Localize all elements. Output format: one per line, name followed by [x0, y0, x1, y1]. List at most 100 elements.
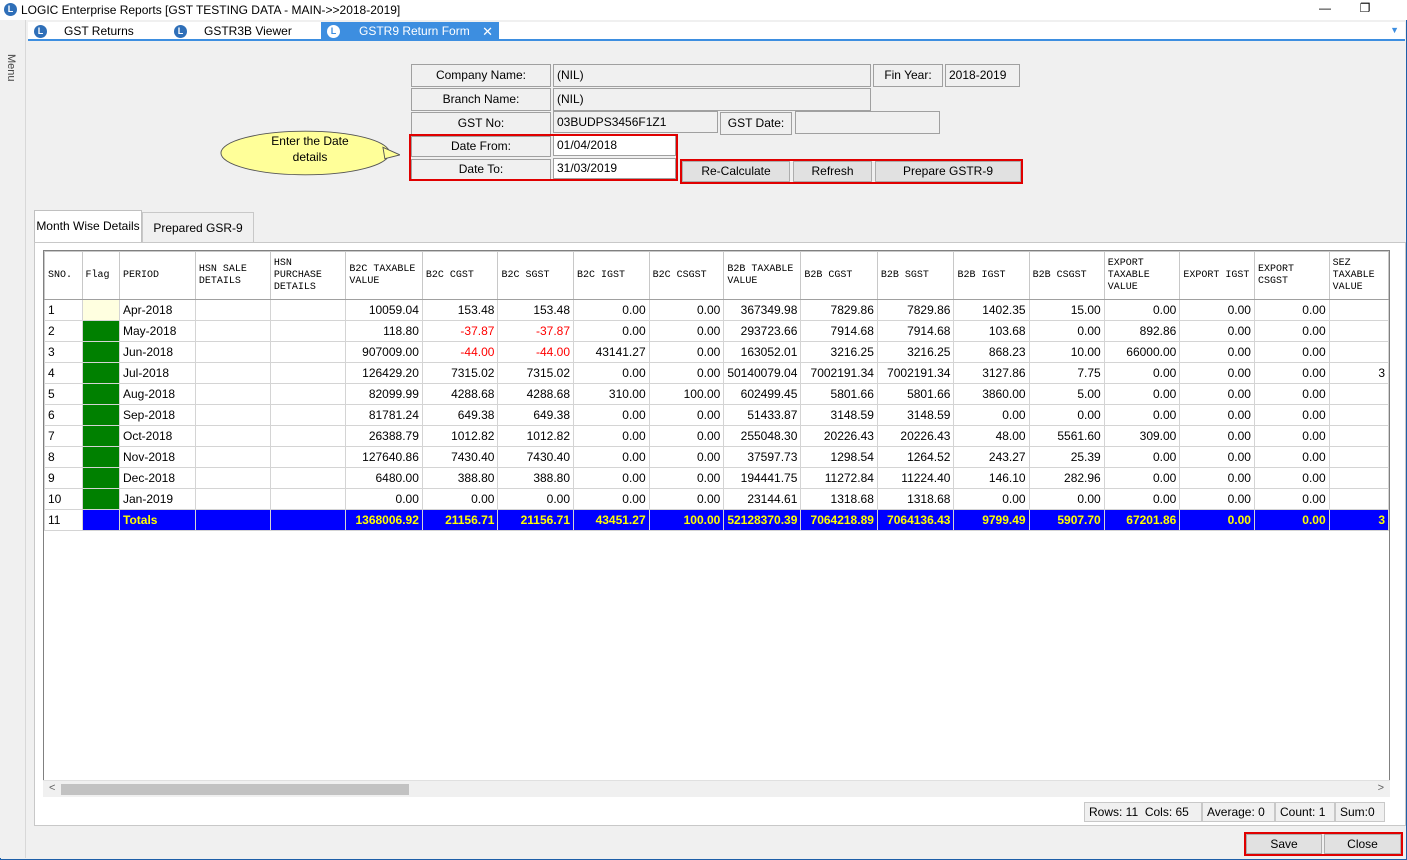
value-cell: 907009.00	[345, 341, 423, 363]
callout-line-2: details	[292, 150, 328, 164]
tab-label: GSTR3B Viewer	[204, 24, 292, 38]
tab-gstr9-return-form[interactable]: L GSTR9 Return Form ✕	[321, 22, 499, 41]
table-row[interactable]: 8 Nov-2018 127640.86 7430.40 7430.40 0.00 0.00…	[44, 446, 1389, 468]
column-header[interactable]: EXPORT TAXABLE VALUE	[1103, 251, 1181, 300]
value-cell: 0.00	[648, 362, 725, 384]
flag-cell	[81, 404, 120, 426]
hsn-cell	[269, 404, 347, 426]
row-number-cell: 2	[44, 320, 83, 342]
status-cols: Cols: 65	[1144, 805, 1189, 819]
value-cell: 0.00	[573, 467, 650, 489]
value-cell: 7.75	[1028, 362, 1105, 384]
value-cell: 11224.40	[876, 467, 955, 489]
horizontal-scrollbar[interactable]: < >	[43, 780, 1390, 797]
flag-cell	[81, 446, 120, 468]
column-header[interactable]: B2B SGST	[876, 251, 955, 300]
column-header[interactable]: SNO.	[44, 251, 83, 300]
value-cell: 0.00	[953, 404, 1030, 426]
hsn-cell	[269, 320, 347, 342]
hsn-cell	[194, 299, 271, 321]
value-cell: 0.00	[345, 488, 423, 510]
column-header[interactable]: HSN SALE DETAILS	[194, 251, 271, 300]
column-header[interactable]: B2C TAXABLE VALUE	[345, 251, 423, 300]
table-row[interactable]: 4 Jul-2018 126429.20 7315.02 7315.02 0.00 0.00…	[44, 362, 1389, 384]
tab-gst-returns[interactable]: L GST Returns	[28, 22, 173, 41]
value-cell: 0.00	[1179, 467, 1255, 489]
hsn-cell	[194, 446, 271, 468]
side-menu[interactable]: Menu	[0, 20, 26, 858]
value-cell: 26388.79	[345, 425, 423, 447]
value-cell: 868.23	[953, 341, 1030, 363]
table-row[interactable]: 9 Dec-2018 6480.00 388.80 388.80 0.00 0.00 1944…	[44, 467, 1389, 489]
value-cell: 7829.86	[800, 299, 878, 321]
column-header[interactable]: B2C IGST	[573, 251, 650, 300]
table-row[interactable]: 10 Jan-2019 0.00 0.00 0.00 0.00 0.00 23144.61 13…	[44, 488, 1389, 510]
restore-button[interactable]: ❐	[1350, 0, 1380, 18]
value-cell: 37597.73	[723, 446, 802, 468]
minimize-button[interactable]: —	[1310, 0, 1340, 18]
value-cell: 3	[1328, 362, 1389, 384]
column-header[interactable]: B2C CSGST	[648, 251, 725, 300]
chevron-left-icon[interactable]: <	[49, 782, 55, 794]
value-cell: 66000.00	[1103, 341, 1181, 363]
table-row[interactable]: 7 Oct-2018 26388.79 1012.82 1012.82 0.00 0.00 2…	[44, 425, 1389, 447]
column-header[interactable]: Flag	[81, 251, 120, 300]
value-cell: 7914.68	[800, 320, 878, 342]
column-header[interactable]: B2B IGST	[953, 251, 1030, 300]
grid-header-row: SNO. Flag PERIOD HSN SALE DETAILS HSN PURCHA…	[44, 251, 1389, 300]
row-number-cell: 6	[44, 404, 83, 426]
value-cell: 0.00	[1103, 488, 1181, 510]
value-cell: 0.00	[1253, 320, 1330, 342]
column-header[interactable]: EXPORT CSGST	[1253, 251, 1330, 300]
total-value-cell: 7064218.89	[800, 509, 878, 531]
value-cell: 194441.75	[723, 467, 802, 489]
hsn-cell	[194, 425, 271, 447]
tab-prepared-gsr9-data[interactable]: Prepared GSR-9 Data	[142, 212, 254, 265]
tab-label: GSTR9 Return Form	[359, 24, 470, 38]
value-cell: 0.00	[953, 488, 1030, 510]
status-rows-cols: Rows: 11 Cols: 65	[1084, 802, 1202, 822]
column-header[interactable]: B2B CSGST	[1028, 251, 1105, 300]
chevron-down-icon[interactable]: ▼	[1390, 25, 1399, 35]
chevron-right-icon[interactable]: >	[1378, 782, 1384, 794]
table-row[interactable]: 3 Jun-2018 907009.00 -44.00 -44.00 43141.27 0.…	[44, 341, 1389, 363]
logic-icon: L	[327, 25, 340, 38]
value-cell: 0.00	[1103, 467, 1181, 489]
close-icon[interactable]: ✕	[482, 22, 493, 41]
value-cell: 0.00	[1179, 320, 1255, 342]
scrollbar-thumb[interactable]	[61, 784, 409, 795]
data-grid[interactable]: SNO. Flag PERIOD HSN SALE DETAILS HSN PURCHA…	[43, 250, 1390, 795]
value-cell: 0.00	[421, 488, 499, 510]
value-cell	[1328, 404, 1389, 426]
column-header[interactable]: HSN PURCHASE DETAILS	[269, 251, 347, 300]
value-cell: 7914.68	[876, 320, 955, 342]
column-header[interactable]: B2C SGST	[497, 251, 575, 300]
column-header[interactable]: EXPORT IGST	[1179, 251, 1255, 300]
menu-label: Menu	[5, 54, 17, 82]
value-cell: 126429.20	[345, 362, 423, 384]
tab-gstr3b-viewer[interactable]: L GSTR3B Viewer	[168, 22, 321, 41]
value-cell: 0.00	[1103, 446, 1181, 468]
column-header[interactable]: SEZ TAXABLE VALUE	[1328, 251, 1389, 300]
period-cell: Jul-2018	[119, 362, 196, 384]
column-header[interactable]: B2B TAXABLE VALUE	[723, 251, 802, 300]
totals-row[interactable]: 11 Totals 1368006.92 21156.71 21156.71 43451.…	[44, 509, 1389, 531]
column-header[interactable]: B2C CGST	[421, 251, 499, 300]
period-cell: Sep-2018	[119, 404, 196, 426]
column-header[interactable]: B2B CGST	[800, 251, 878, 300]
total-value-cell: 7064136.43	[876, 509, 955, 531]
value-cell: 0.00	[648, 299, 725, 321]
table-row[interactable]: 6 Sep-2018 81781.24 649.38 649.38 0.00 0.00 514…	[44, 404, 1389, 426]
branch-name-label: Branch Name:	[411, 88, 551, 111]
column-header[interactable]: PERIOD	[119, 251, 196, 300]
table-row[interactable]: 2 May-2018 118.80 -37.87 -37.87 0.00 0.00 29372…	[44, 320, 1389, 342]
value-cell: 100.00	[648, 383, 725, 405]
totals-label: Totals	[119, 509, 196, 531]
value-cell: 82099.99	[345, 383, 423, 405]
value-cell: 0.00	[1253, 467, 1330, 489]
value-cell	[1328, 446, 1389, 468]
tab-month-wise-details[interactable]: Month Wise Details	[34, 210, 142, 244]
table-row[interactable]: 5 Aug-2018 82099.99 4288.68 4288.68 310.00 100…	[44, 383, 1389, 405]
gst-date-field	[795, 111, 940, 134]
table-row[interactable]: 1 Apr-2018 10059.04 153.48 153.48 0.00 0.00 367…	[44, 299, 1389, 321]
